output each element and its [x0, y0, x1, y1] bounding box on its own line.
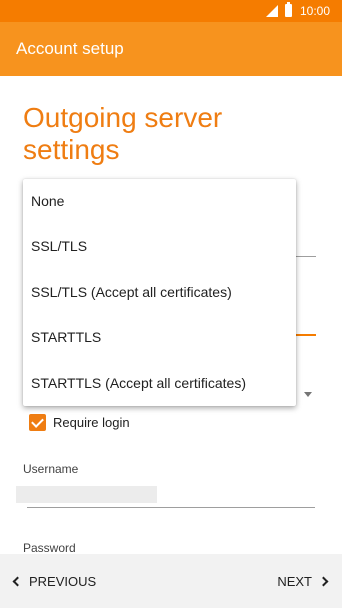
app-bar: Account setup — [0, 22, 342, 76]
previous-button[interactable]: PREVIOUS — [11, 574, 96, 589]
security-type-dropdown-menu: None SSL/TLS SSL/TLS (Accept all certifi… — [23, 179, 296, 406]
password-label: Password — [23, 541, 76, 555]
username-underline — [27, 507, 315, 508]
username-input[interactable] — [16, 486, 157, 503]
battery-icon — [285, 2, 292, 17]
page-title: Outgoing server settings — [23, 102, 223, 165]
app-bar-title: Account setup — [16, 39, 124, 58]
next-label: NEXT — [277, 574, 312, 589]
signal-icon — [266, 5, 278, 17]
server-field-underline — [296, 256, 316, 257]
require-login-row[interactable]: Require login — [29, 412, 130, 432]
menu-item-ssl-tls-accept-all[interactable]: SSL/TLS (Accept all certificates) — [23, 270, 296, 315]
username-label: Username — [23, 462, 79, 476]
menu-item-starttls[interactable]: STARTTLS — [23, 315, 296, 360]
require-login-label: Require login — [53, 414, 130, 430]
status-time: 10:00 — [300, 4, 331, 18]
dropdown-arrow-icon[interactable] — [304, 392, 312, 397]
menu-item-starttls-accept-all[interactable]: STARTTLS (Accept all certificates) — [23, 361, 296, 406]
next-button[interactable]: NEXT — [277, 574, 330, 589]
port-field-underline — [296, 334, 316, 336]
chevron-left-icon — [12, 576, 23, 587]
status-bar: 10:00 — [0, 0, 342, 22]
chevron-right-icon — [318, 576, 329, 587]
previous-label: PREVIOUS — [29, 574, 97, 589]
require-login-checkbox[interactable] — [29, 413, 46, 431]
menu-item-none[interactable]: None — [23, 179, 296, 224]
menu-item-ssl-tls[interactable]: SSL/TLS — [23, 224, 296, 269]
bottom-nav-bar: PREVIOUS NEXT — [0, 554, 342, 608]
